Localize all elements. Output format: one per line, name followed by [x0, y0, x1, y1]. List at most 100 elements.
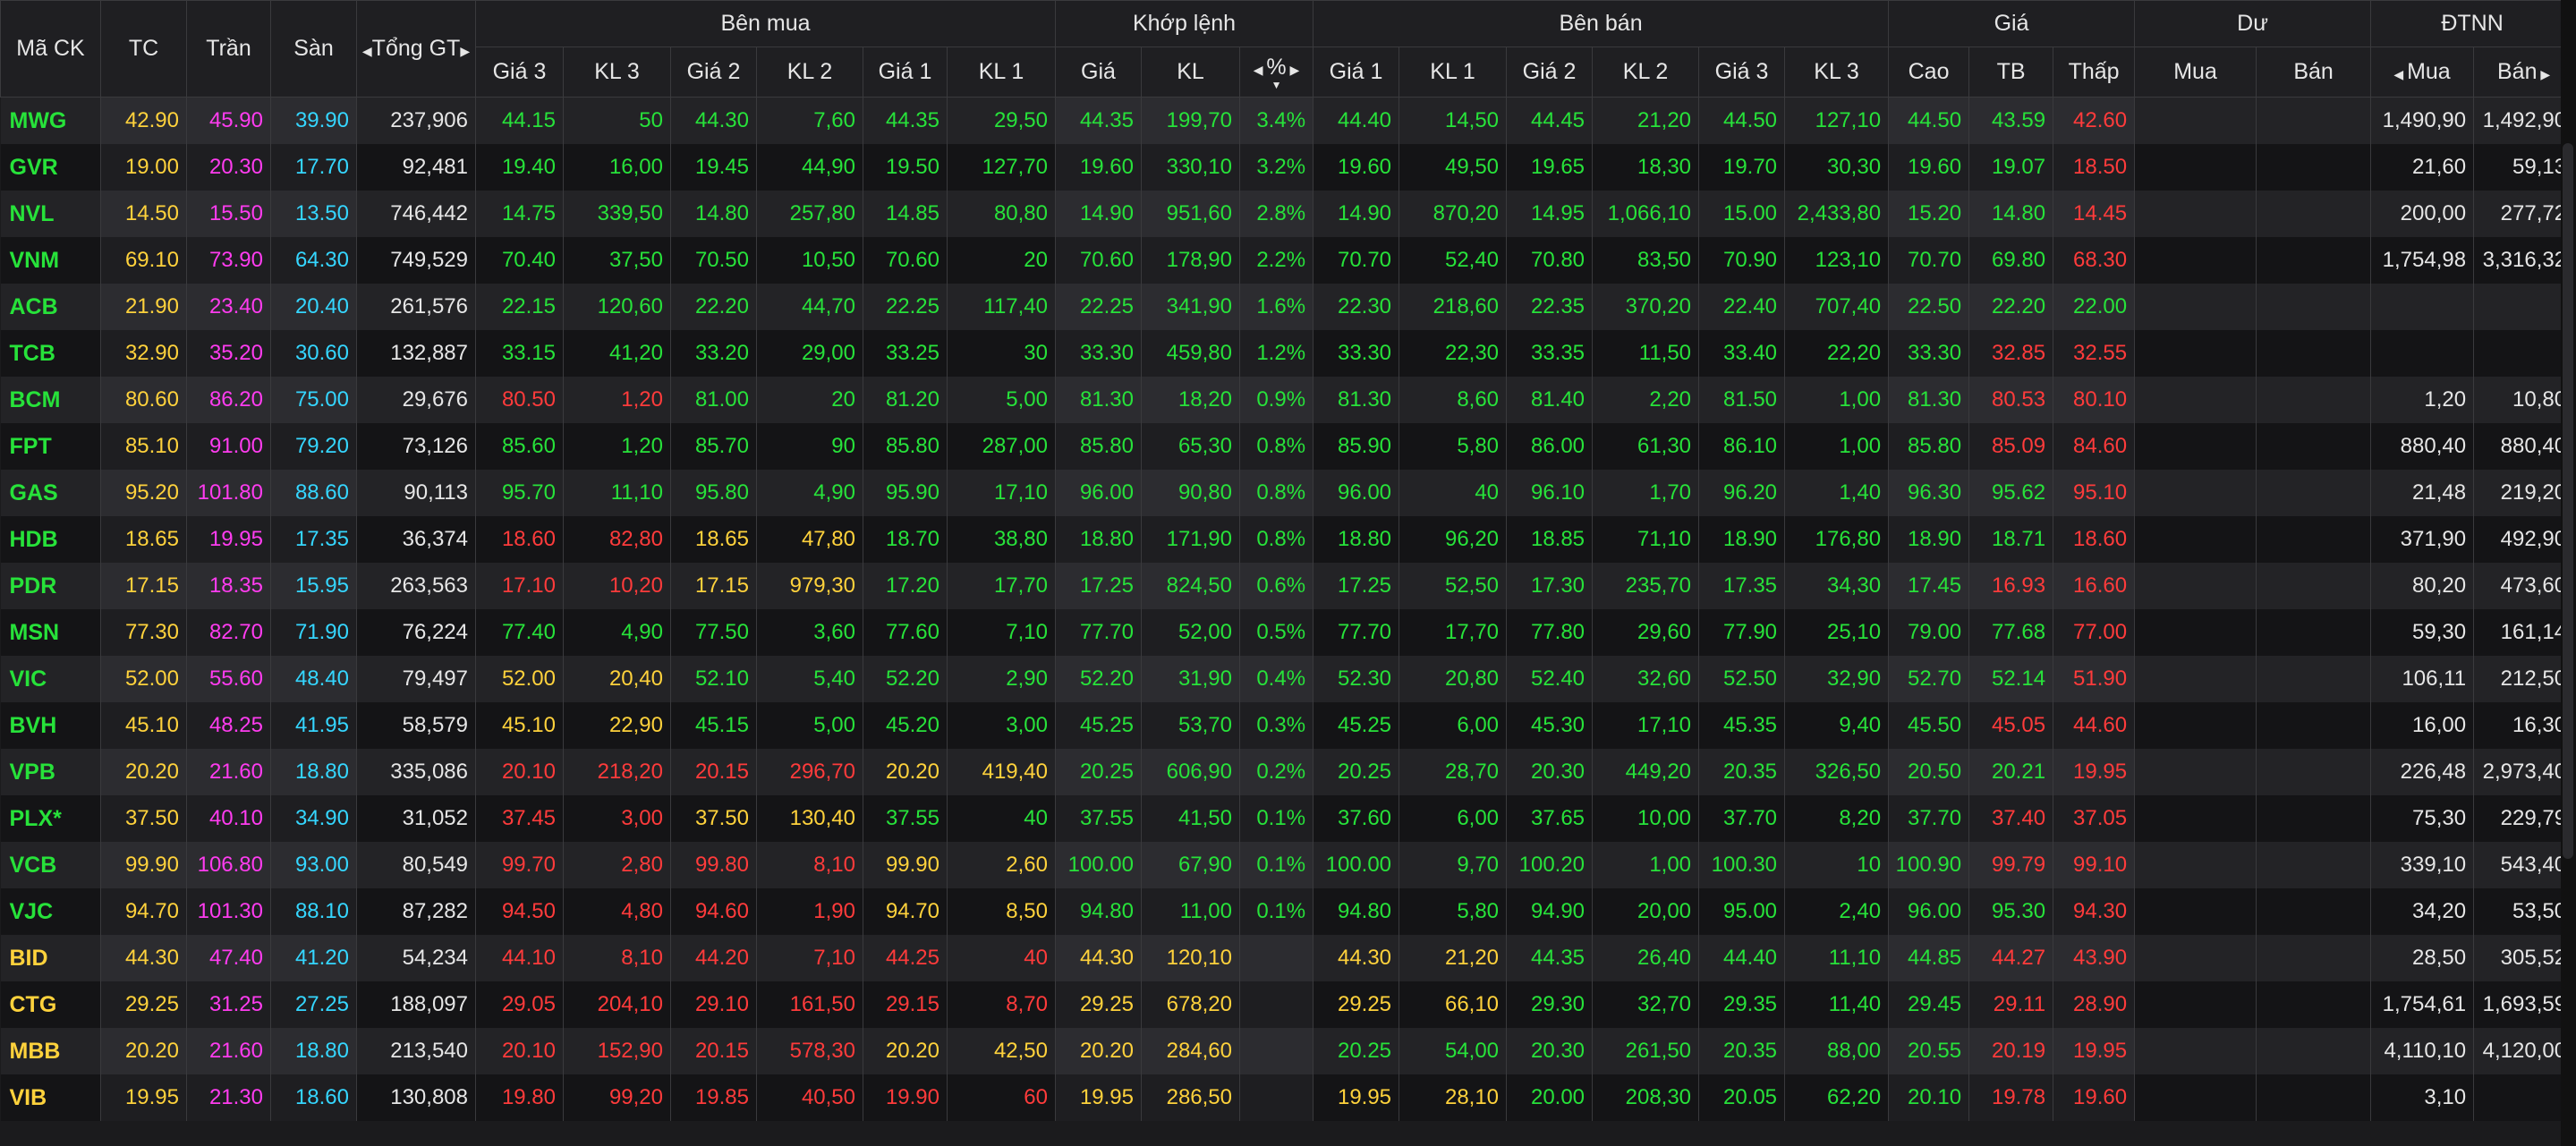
- table-row[interactable]: HDB 18.65 19.95 17.35 36,374 18.60 82,80 18.65 4…: [0, 516, 2575, 563]
- table-row[interactable]: TCB 32.90 35.20 30.60 132,887 33.15 41,20 33.20…: [0, 330, 2575, 377]
- col-header-foreign-buy[interactable]: ◀ Mua: [2370, 47, 2475, 98]
- col-header-ref[interactable]: TC: [100, 0, 187, 98]
- table-row[interactable]: BVH 45.10 48.25 41.95 58,579 45.10 22,90 45.15 5…: [0, 702, 2575, 749]
- cell-bid-price-3: 77.40: [475, 609, 564, 656]
- cell-ref: 18.65: [100, 516, 187, 563]
- cell-symbol[interactable]: VJC: [0, 888, 101, 935]
- col-header-remain-buy[interactable]: Mua: [2134, 47, 2257, 98]
- cell-symbol[interactable]: BID: [0, 935, 101, 981]
- cell-symbol[interactable]: HDB: [0, 516, 101, 563]
- table-row[interactable]: PLX* 37.50 40.10 34.90 31,052 37.45 3,00 37.50 1…: [0, 795, 2575, 842]
- col-header-ask-price-1[interactable]: Giá 1: [1313, 47, 1400, 98]
- cell-symbol[interactable]: CTG: [0, 981, 101, 1028]
- table-row[interactable]: PDR 17.15 18.35 15.95 263,563 17.10 10,20 17.15…: [0, 563, 2575, 609]
- cell-match-vol: 18,20: [1141, 377, 1240, 423]
- table-row[interactable]: ACB 21.90 23.40 20.40 261,576 22.15 120,60 22.2…: [0, 284, 2575, 330]
- cell-bid-vol-2: 40,50: [756, 1074, 863, 1121]
- col-header-match-price[interactable]: Giá: [1055, 47, 1142, 98]
- col-header-low[interactable]: Thấp: [2053, 47, 2136, 98]
- cell-remain-buy: [2134, 1028, 2257, 1074]
- cell-ask-price-3: 81.50: [1698, 377, 1786, 423]
- cell-symbol[interactable]: FPT: [0, 423, 101, 470]
- cell-ref: 80.60: [100, 377, 187, 423]
- cell-symbol[interactable]: BVH: [0, 702, 101, 749]
- cell-symbol[interactable]: PLX*: [0, 795, 101, 842]
- scrollbar-thumb[interactable]: [2563, 143, 2573, 859]
- col-header-bid-price-2[interactable]: Giá 2: [670, 47, 757, 98]
- col-header-avg[interactable]: TB: [1968, 47, 2054, 98]
- table-row[interactable]: VIB 19.95 21.30 18.60 130,808 19.80 99,20 19.85…: [0, 1074, 2575, 1121]
- table-row[interactable]: GVR 19.00 20.30 17.70 92,481 19.40 16,00 19.45 4…: [0, 144, 2575, 191]
- caret-left-icon[interactable]: ◀: [1254, 63, 1267, 77]
- cell-bid-price-3: 95.70: [475, 470, 564, 516]
- col-header-bid-vol-3[interactable]: KL 3: [563, 47, 671, 98]
- caret-left-icon[interactable]: ◀: [2393, 67, 2407, 81]
- col-header-match-vol[interactable]: KL: [1141, 47, 1240, 98]
- col-header-ask-price-2[interactable]: Giá 2: [1506, 47, 1594, 98]
- col-header-remain-sell[interactable]: Bán: [2256, 47, 2372, 98]
- cell-symbol[interactable]: MWG: [0, 97, 101, 144]
- col-header-total-value[interactable]: ◀Tổng GT▶: [356, 0, 476, 98]
- col-header-bid-vol-1[interactable]: KL 1: [947, 47, 1056, 98]
- cell-ask-vol-1: 20,80: [1399, 656, 1508, 702]
- cell-symbol[interactable]: PDR: [0, 563, 101, 609]
- cell-symbol[interactable]: MSN: [0, 609, 101, 656]
- cell-ask-price-1: 19.60: [1313, 144, 1400, 191]
- cell-symbol[interactable]: VIB: [0, 1074, 101, 1121]
- table-row[interactable]: MBB 20.20 21.60 18.80 213,540 20.10 152,90 20.1…: [0, 1028, 2575, 1074]
- col-header-bid-vol-2[interactable]: KL 2: [756, 47, 863, 98]
- table-row[interactable]: BCM 80.60 86.20 75.00 29,676 80.50 1,20 81.00 20…: [0, 377, 2575, 423]
- cell-symbol[interactable]: VIC: [0, 656, 101, 702]
- caret-right-icon[interactable]: ▶: [2537, 67, 2550, 81]
- cell-floor: 79.20: [270, 423, 357, 470]
- caret-right-icon[interactable]: ▶: [1287, 63, 1300, 77]
- col-header-high[interactable]: Cao: [1888, 47, 1970, 98]
- cell-symbol[interactable]: VPB: [0, 749, 101, 795]
- cell-symbol[interactable]: BCM: [0, 377, 101, 423]
- cell-symbol[interactable]: VNM: [0, 237, 101, 284]
- col-header-ceiling[interactable]: Trần: [186, 0, 271, 98]
- cell-symbol[interactable]: VCB: [0, 842, 101, 888]
- col-header-ask-vol-1[interactable]: KL 1: [1399, 47, 1508, 98]
- table-row[interactable]: FPT 85.10 91.00 79.20 73,126 85.60 1,20 85.70 90…: [0, 423, 2575, 470]
- cell-ask-price-2: 70.80: [1506, 237, 1594, 284]
- table-row[interactable]: VIC 52.00 55.60 48.40 79,497 52.00 20,40 52.10 5…: [0, 656, 2575, 702]
- col-header-ask-vol-3[interactable]: KL 3: [1784, 47, 1890, 98]
- cell-symbol[interactable]: ACB: [0, 284, 101, 330]
- group-header-matched: Khớp lệnh: [1054, 0, 1314, 47]
- caret-right-icon[interactable]: ▶: [460, 44, 470, 58]
- col-header-bid-price-1[interactable]: Giá 1: [863, 47, 948, 98]
- table-row[interactable]: BID 44.30 47.40 41.20 54,234 44.10 8,10 44.20 7,…: [0, 935, 2575, 981]
- cell-symbol[interactable]: GVR: [0, 144, 101, 191]
- col-header-ask-vol-2[interactable]: KL 2: [1592, 47, 1700, 98]
- col-header-floor[interactable]: Sàn: [270, 0, 357, 98]
- table-row[interactable]: VNM 69.10 73.90 64.30 749,529 70.40 37,50 70.50…: [0, 237, 2575, 284]
- col-header-symbol[interactable]: Mã CK: [0, 0, 101, 98]
- cell-symbol[interactable]: TCB: [0, 330, 101, 377]
- cell-floor: 18.80: [270, 749, 357, 795]
- col-header-ask-price-3[interactable]: Giá 3: [1698, 47, 1786, 98]
- cell-symbol[interactable]: NVL: [0, 191, 101, 237]
- table-row[interactable]: VJC 94.70 101.30 88.10 87,282 94.50 4,80 94.60 1…: [0, 888, 2575, 935]
- cell-ask-price-2: 44.35: [1506, 935, 1594, 981]
- caret-left-icon[interactable]: ◀: [362, 44, 372, 58]
- table-row[interactable]: VPB 20.20 21.60 18.80 335,086 20.10 218,20 20.1…: [0, 749, 2575, 795]
- cell-ceiling: 82.70: [186, 609, 271, 656]
- table-row[interactable]: GAS 95.20 101.80 88.60 90,113 95.70 11,10 95.80…: [0, 470, 2575, 516]
- cell-bid-vol-3: 41,20: [563, 330, 671, 377]
- col-header-foreign-sell[interactable]: Bán ▶: [2473, 47, 2575, 98]
- table-row[interactable]: MWG 42.90 45.90 39.90 237,906 44.15 50 44.30 7,6…: [0, 97, 2575, 144]
- cell-symbol[interactable]: MBB: [0, 1028, 101, 1074]
- table-row[interactable]: MSN 77.30 82.70 71.90 76,224 77.40 4,90 77.50 3,…: [0, 609, 2575, 656]
- cell-symbol[interactable]: GAS: [0, 470, 101, 516]
- cell-bid-vol-3: 11,10: [563, 470, 671, 516]
- table-row[interactable]: CTG 29.25 31.25 27.25 188,097 29.05 204,10 29.1…: [0, 981, 2575, 1028]
- cell-ceiling: 23.40: [186, 284, 271, 330]
- col-header-bid-price-3[interactable]: Giá 3: [475, 47, 564, 98]
- sort-down-icon[interactable]: ▼: [1241, 80, 1313, 90]
- col-header-change-pct[interactable]: ◀ % ▶ ▼: [1238, 47, 1314, 98]
- table-row[interactable]: VCB 99.90 106.80 93.00 80,549 99.70 2,80 99.80 8…: [0, 842, 2575, 888]
- cell-bid-vol-3: 4,90: [563, 609, 671, 656]
- table-row[interactable]: NVL 14.50 15.50 13.50 746,442 14.75 339,50 14.8…: [0, 191, 2575, 237]
- cell-floor: 88.10: [270, 888, 357, 935]
